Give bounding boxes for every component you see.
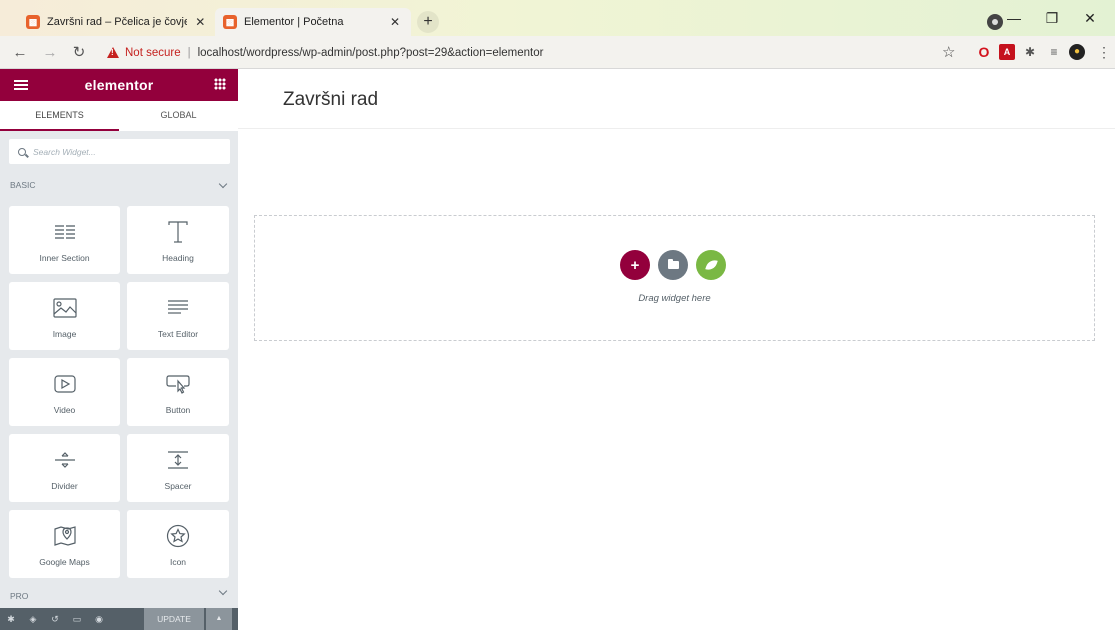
history-icon[interactable]: ↺ [44,614,66,625]
text-editor-icon [167,293,189,323]
inner-section-icon [54,217,76,247]
google-maps-icon [53,521,77,551]
drop-zone-buttons: + [620,250,726,280]
widget-label: Inner Section [39,253,90,263]
divider-icon [54,445,76,475]
widget-label: Google Maps [39,557,90,567]
widget-google-maps[interactable]: Google Maps [9,510,120,578]
new-tab-button[interactable]: + [417,11,439,33]
responsive-icon[interactable]: ▭ [66,614,88,625]
envato-kit-button[interactable] [696,250,726,280]
elementor-favicon-icon: ▩ [26,15,40,29]
widget-label: Heading [162,253,194,263]
image-icon [52,293,77,323]
chevron-down-icon [218,586,228,596]
update-options-caret-icon[interactable]: ▲ [206,608,232,630]
search-input[interactable]: Search Widget... [9,139,230,164]
restore-icon[interactable]: ❐ [1033,10,1071,27]
security-label[interactable]: Not secure [125,47,181,59]
drop-zone[interactable]: + Drag widget here [254,215,1095,341]
widget-icon[interactable]: Icon [127,510,229,578]
tab-elementor-pocetna[interactable]: ▩ Elementor | Početna ✕ [215,8,411,36]
elementor-panel: elementor ELEMENTS GLOBAL Search Widget.… [0,69,238,630]
star-icon [166,521,190,551]
widget-divider[interactable]: Divider [9,434,120,502]
drop-zone-text: Drag widget here [638,293,711,304]
widget-label: Divider [51,481,78,491]
widget-label: Icon [169,557,187,567]
add-section-button[interactable]: + [620,250,650,280]
separator: | [187,46,191,59]
spacer-icon [167,445,189,475]
puzzle-icon[interactable]: ✱ [1022,44,1038,60]
add-template-button[interactable] [658,250,688,280]
back-arrow-icon[interactable]: ← [10,43,30,63]
folder-icon [667,259,679,269]
category-label: PRO [10,591,29,601]
widget-label: Text Editor [157,329,199,339]
category-pro[interactable]: PRO [0,586,238,605]
elementor-logo: elementor [84,77,154,93]
menu-icon[interactable]: ⋮ [1096,44,1112,60]
tab-close-icon[interactable]: ✕ [387,15,403,29]
reload-icon[interactable]: ↻ [69,43,89,63]
tab-strip: ▩ Završni rad – Pčelica je čovjekove ✕ ▩… [0,0,1115,36]
widget-button[interactable]: Button [127,358,229,426]
tab-title: Elementor | Početna [244,16,344,28]
warning-icon [107,47,119,58]
settings-icon[interactable]: ✱ [0,614,22,625]
window-controls: — ❐ ✕ [995,0,1109,36]
panel-tabs: ELEMENTS GLOBAL [0,101,238,131]
widget-label: Image [52,329,77,339]
category-basic[interactable]: BASIC [0,164,238,206]
search-placeholder: Search Widget... [33,146,96,157]
navigator-icon[interactable]: ◈ [22,614,44,625]
widget-inner-section[interactable]: Inner Section [9,206,120,274]
queue-icon[interactable]: ≡ [1046,44,1062,60]
widget-label: Video [53,405,76,415]
tab-zavrsni-rad[interactable]: ▩ Završni rad – Pčelica je čovjekove ✕ [18,8,215,36]
leaf-icon [704,257,718,273]
editor-canvas: Završni rad + Drag widget here [238,69,1115,630]
widget-text-editor[interactable]: Text Editor [127,282,229,350]
panel-header: elementor [0,69,238,101]
widget-grid: Inner Section Heading Image Text Editor … [0,206,238,578]
elementor-favicon-icon: ▩ [223,15,237,29]
widget-spacer[interactable]: Spacer [127,434,229,502]
widget-label: Button [165,405,191,415]
grid-icon[interactable] [214,78,226,90]
widget-label: Spacer [164,481,192,491]
browser-toolbar: ← → ↻ Not secure | localhost/wordpress/w… [0,36,1115,69]
category-label: BASIC [10,180,36,190]
address-bar[interactable]: Not secure | localhost/wordpress/wp-admi… [97,40,961,65]
tab-global[interactable]: GLOBAL [119,101,238,131]
widget-heading[interactable]: Heading [127,206,229,274]
tab-elements[interactable]: ELEMENTS [0,101,119,131]
profile-avatar[interactable]: ● [1069,44,1085,60]
preview-icon[interactable]: ◉ [88,614,110,625]
url-text[interactable]: localhost/wordpress/wp-admin/post.php?po… [198,47,544,59]
video-icon [53,369,76,399]
button-icon [166,369,190,399]
browser-window: ▩ Završni rad – Pčelica je čovjekove ✕ ▩… [0,0,1115,630]
page-title: Završni rad [283,89,379,110]
update-button[interactable]: UPDATE [144,608,204,630]
divider [238,128,1115,129]
minimize-icon[interactable]: — [995,10,1033,26]
opera-icon[interactable]: O [976,44,992,60]
widget-image[interactable]: Image [9,282,120,350]
tab-close-icon[interactable]: ✕ [193,15,207,29]
close-icon[interactable]: ✕ [1071,10,1109,27]
widget-video[interactable]: Video [9,358,120,426]
forward-arrow-icon[interactable]: → [40,43,60,63]
panel-footer: ✱ ◈ ↺ ▭ ◉ UPDATE ▲ [0,608,238,630]
search-icon [18,147,26,156]
pdf-icon[interactable]: A [999,44,1015,60]
chevron-down-icon [218,179,228,188]
heading-icon [167,217,189,247]
tab-title: Završni rad – Pčelica je čovjekove [47,16,188,28]
bookmark-star-icon[interactable]: ☆ [942,43,955,61]
